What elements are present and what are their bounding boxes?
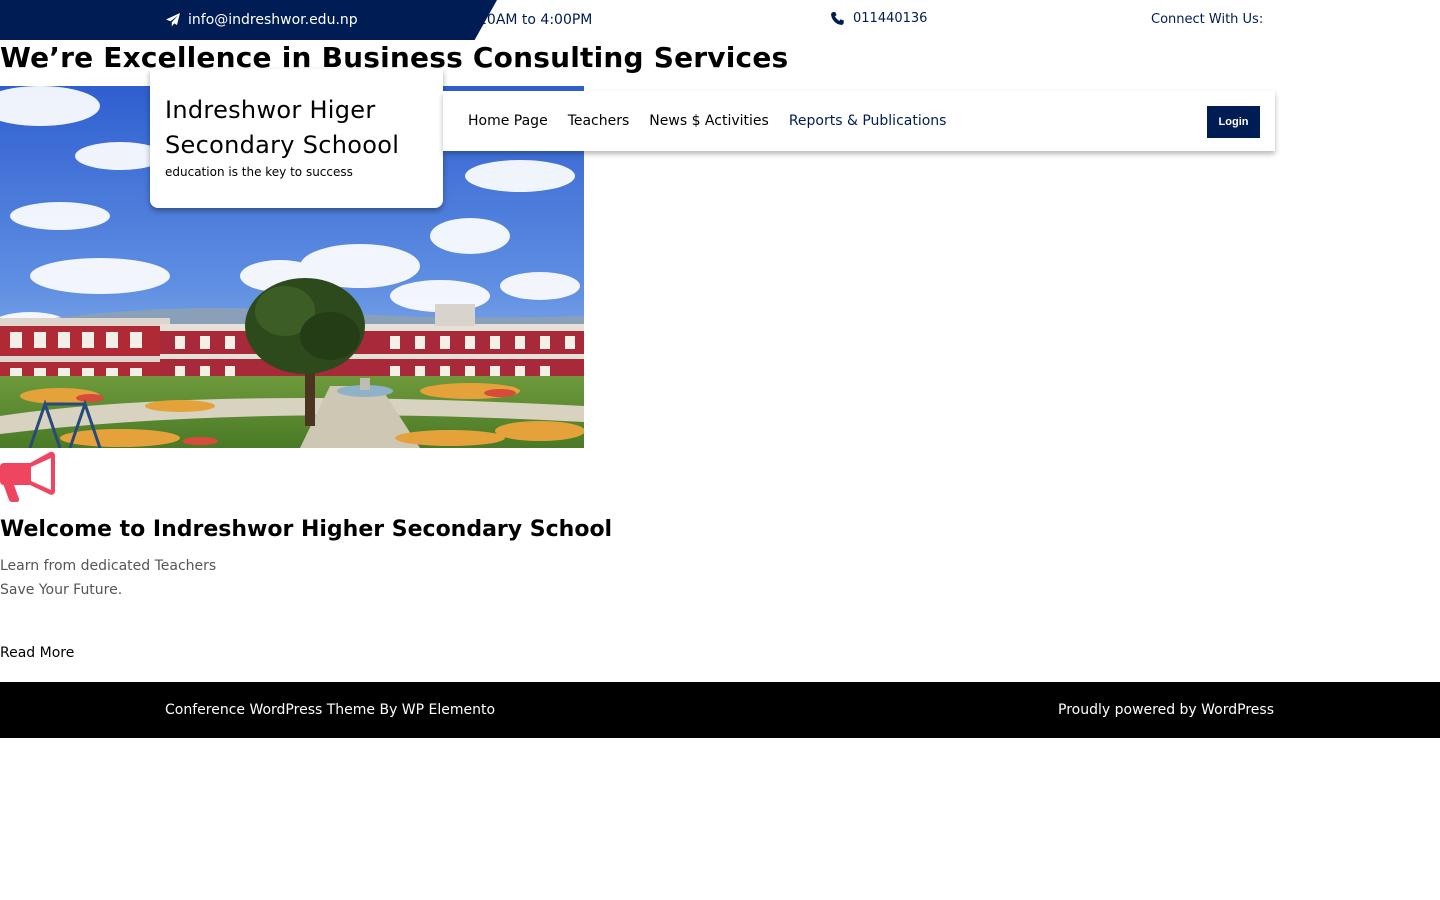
nav-menu: Home Page Teachers News $ Activities Rep…: [468, 91, 946, 151]
footer-powered-by[interactable]: Proudly powered by WordPress: [1058, 682, 1274, 738]
welcome-description: Learn from dedicated Teachers Save Your …: [0, 554, 216, 602]
megaphone-icon: [0, 451, 55, 502]
site-name[interactable]: Indreshwor Higer Secondary Schoool: [165, 93, 428, 163]
welcome-title: Welcome to Indreshwor Higher Secondary S…: [0, 517, 613, 542]
email-text: info@indreshwor.edu.np: [188, 12, 358, 28]
opening-hours-text: 10AM to 4:00PM: [478, 12, 593, 28]
phone-contact[interactable]: 011440136: [830, 8, 927, 28]
site-branding-card: Indreshwor Higer Secondary Schoool educa…: [150, 69, 443, 208]
email-contact[interactable]: info@indreshwor.edu.np: [165, 10, 358, 30]
top-info-bar: info@indreshwor.edu.np 10AM to 4:00PM 01…: [0, 0, 1440, 40]
connect-with-us: Connect With Us:: [1151, 12, 1264, 27]
phone-text: 011440136: [853, 10, 928, 26]
main-navigation: Home Page Teachers News $ Activities Rep…: [443, 91, 1275, 151]
nav-item-reports-publications[interactable]: Reports & Publications: [789, 113, 947, 129]
read-more-link[interactable]: Read More: [0, 642, 74, 664]
nav-item-news-activities[interactable]: News $ Activities: [649, 113, 769, 129]
phone-icon: [831, 11, 844, 25]
nav-item-teachers[interactable]: Teachers: [568, 113, 630, 129]
paper-plane-icon: [166, 13, 180, 27]
nav-item-home[interactable]: Home Page: [468, 113, 548, 129]
site-footer: Conference WordPress Theme By WP Element…: [0, 682, 1440, 738]
login-button[interactable]: Login: [1207, 106, 1260, 138]
description-line: Save Your Future.: [0, 582, 123, 598]
footer-theme-credit[interactable]: Conference WordPress Theme By WP Element…: [165, 682, 495, 738]
description-line: Learn from dedicated Teachers: [0, 558, 217, 574]
site-tagline: education is the key to success: [165, 165, 353, 179]
opening-hours: 10AM to 4:00PM: [478, 10, 603, 30]
